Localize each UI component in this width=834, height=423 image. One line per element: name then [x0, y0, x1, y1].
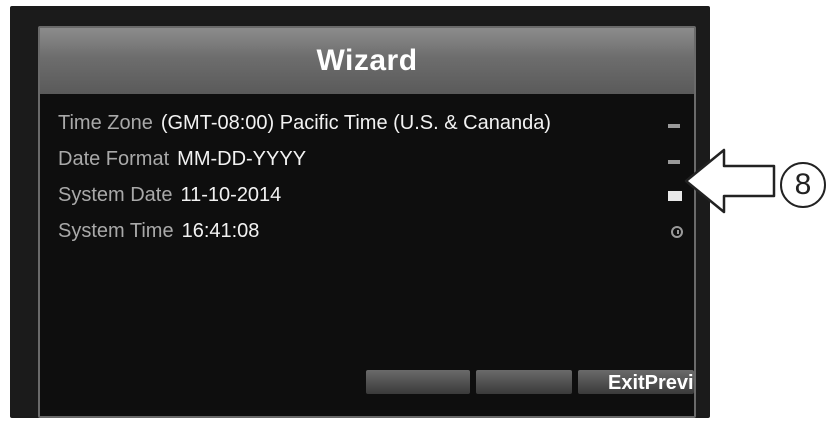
date-format-label: Date Format — [58, 147, 170, 170]
wizard-dialog: Wizard Time Zone (GMT-08:00) Pacific Tim… — [38, 26, 696, 418]
callout-number: 8 — [780, 162, 826, 208]
system-time-row[interactable]: System Time 16:41:08 — [58, 216, 259, 246]
dvr-screen: Wizard Time Zone (GMT-08:00) Pacific Tim… — [10, 6, 710, 418]
system-time-value[interactable]: 16:41:08 — [182, 220, 260, 243]
apply-button[interactable] — [476, 370, 572, 394]
system-date-row[interactable]: System Date 11-10-2014 — [58, 180, 281, 210]
exit-preview-label[interactable]: ExitPrevi — [608, 372, 694, 395]
clock-icon[interactable] — [671, 226, 683, 238]
calendar-icon[interactable] — [668, 191, 682, 201]
dialog-title: Wizard — [316, 44, 418, 77]
system-date-label: System Date — [58, 183, 173, 206]
minus-icon[interactable] — [668, 124, 680, 128]
system-time-label: System Time — [58, 219, 174, 242]
time-zone-label: Time Zone — [58, 111, 153, 134]
system-date-value[interactable]: 11-10-2014 — [180, 184, 281, 207]
time-zone-row[interactable]: Time Zone (GMT-08:00) Pacific Time (U.S.… — [58, 108, 551, 138]
default-button[interactable] — [366, 370, 470, 394]
time-zone-value[interactable]: (GMT-08:00) Pacific Time (U.S. & Cananda… — [161, 112, 551, 135]
date-format-row[interactable]: Date Format MM-DD-YYYY — [58, 144, 306, 174]
callout-arrow-icon — [684, 148, 776, 214]
minus-icon[interactable] — [668, 160, 680, 164]
dialog-titlebar: Wizard — [40, 28, 694, 94]
date-format-value[interactable]: MM-DD-YYYY — [177, 148, 306, 171]
